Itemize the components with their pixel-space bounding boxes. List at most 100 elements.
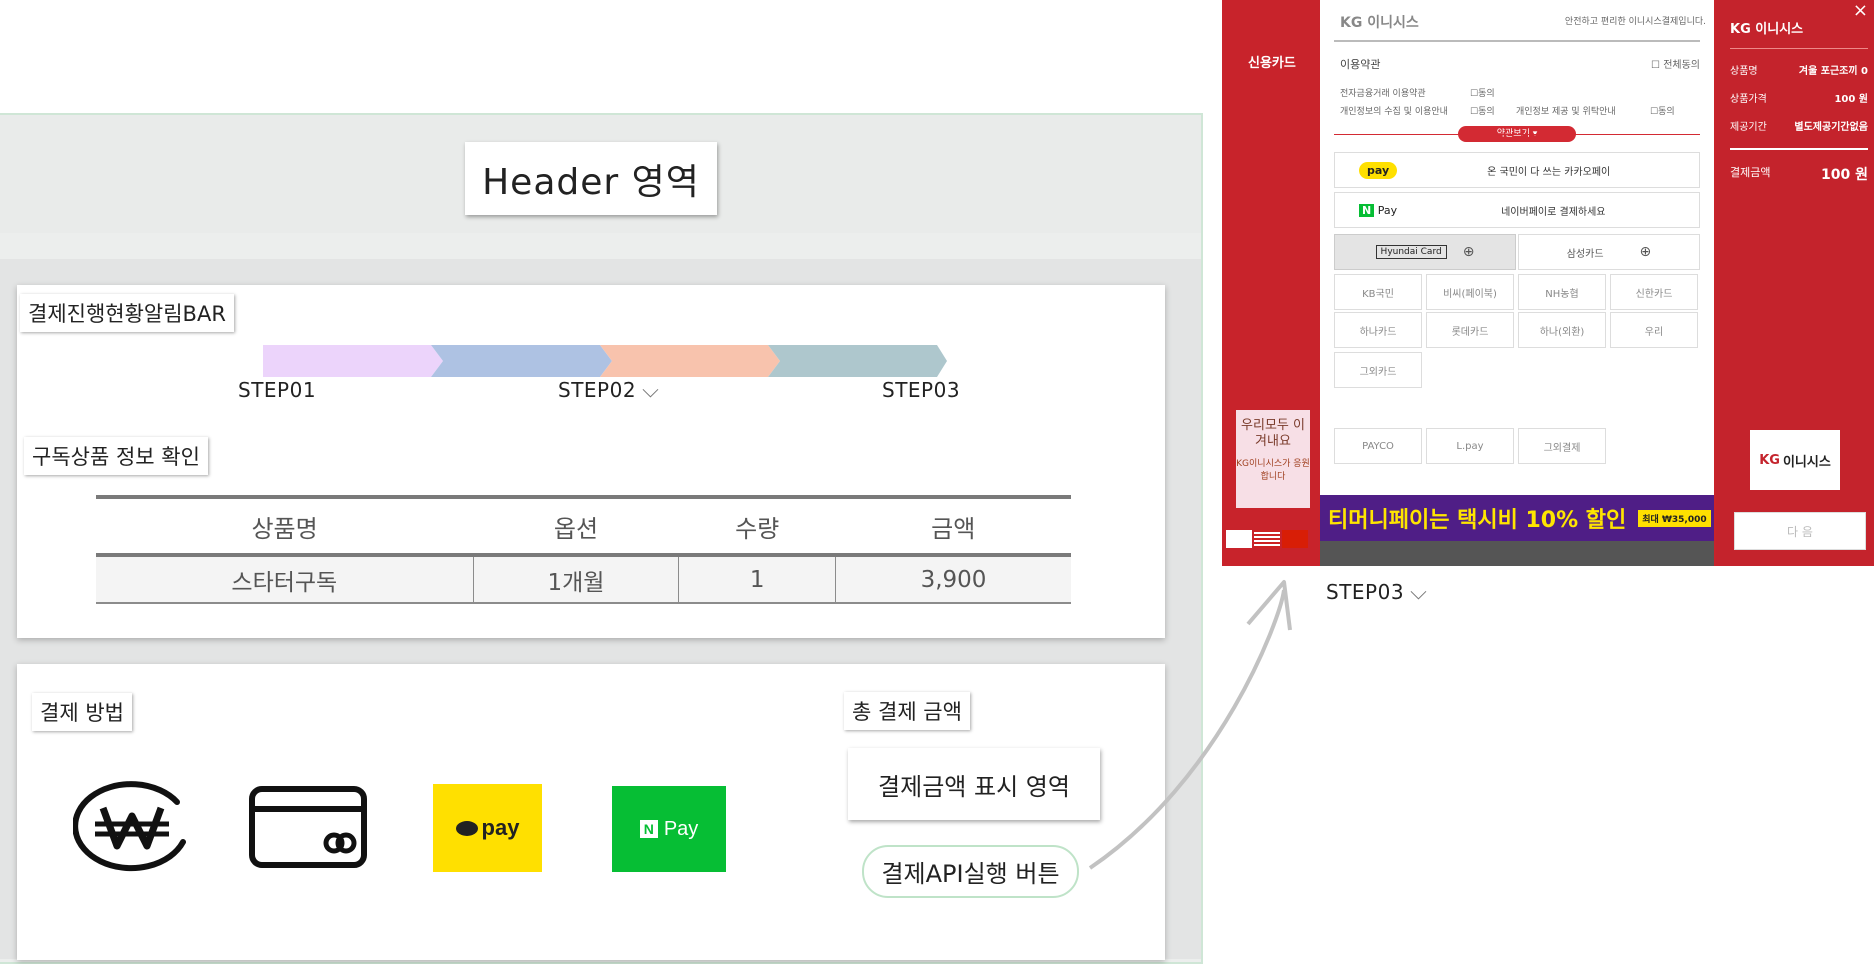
naverpay-badge: N Pay — [1359, 203, 1398, 217]
kakaopay-button[interactable]: pay — [433, 784, 542, 872]
card-option[interactable]: KB국민 — [1334, 274, 1422, 310]
column-header: 금액 — [835, 495, 1071, 557]
summary-total-value: 100 원 — [1821, 167, 1868, 183]
total-amount-label: 총 결제 금액 — [844, 692, 970, 730]
payment-method-label: 결제 방법 — [32, 693, 132, 731]
language-flags — [1226, 530, 1312, 550]
card-option[interactable]: 신한카드 — [1610, 274, 1698, 310]
column-header: 상품명 — [96, 495, 474, 557]
popup-brand: KG 이니시스 — [1340, 15, 1419, 31]
kakaopay-option[interactable]: pay 온 국민이 다 쓰는 카카오페이 — [1334, 152, 1700, 188]
product-table: 상품명 옵션 수량 금액 스타터구독 1개월 1 3,900 — [96, 495, 1071, 604]
card-option[interactable]: 하나(외환) — [1518, 312, 1606, 348]
plus-icon: ⊕ — [1462, 244, 1475, 260]
terms-divider — [1334, 134, 1700, 135]
canvas: Header 영역 결제진행현황알림BAR STEP01 STEP02 ⌵ STE… — [0, 0, 1874, 964]
banner-max: 최대 ₩35,000 — [1638, 509, 1711, 527]
speech-bubble-icon — [455, 820, 478, 836]
amount-display-area: 결제금액 표시 영역 — [848, 748, 1100, 820]
popup-tagline: 안전하고 편리한 이니시스결제입니다. — [1564, 17, 1706, 27]
naverpay-desc: 네이버페이로 결제하세요 — [1501, 206, 1606, 218]
payment-api-button[interactable]: 결제API실행 버튼 — [862, 845, 1079, 898]
popup-step-label: STEP03 ⌵ — [1326, 580, 1427, 605]
summary-value: 별도제공기간없음 — [1794, 122, 1868, 133]
extra-pay-option[interactable]: 그외결제 — [1518, 428, 1606, 464]
table-cell-option: 1개월 — [472, 555, 679, 604]
popup-ad-sub: KG이니시스가 응원합니다 — [1236, 459, 1310, 482]
flow-arrow-head — [1246, 580, 1292, 631]
inicis-logo-text: 이니시스 — [1782, 454, 1831, 470]
card-option[interactable]: 비씨(페이북) — [1426, 274, 1514, 310]
naver-n-icon: N — [639, 820, 658, 838]
term-1-agree[interactable]: ☐동의 — [1470, 86, 1495, 99]
summary-brand: KG 이니시스 — [1730, 22, 1804, 37]
hyundai-card-label: Hyundai Card — [1375, 245, 1447, 259]
naverpay-option[interactable]: N Pay 네이버페이로 결제하세요 — [1334, 192, 1700, 228]
us-flag-icon[interactable] — [1254, 530, 1280, 548]
popup-ad-title: 우리모두 이겨내요 — [1241, 418, 1305, 449]
korea-flag-icon[interactable] — [1226, 530, 1252, 548]
extra-pay-option[interactable]: L.pay — [1426, 428, 1514, 464]
credit-card-icon[interactable] — [248, 785, 368, 869]
popup-left-tab[interactable]: 신용카드 — [1248, 52, 1296, 71]
summary-value: 100 원 — [1834, 94, 1868, 105]
table-cell-quantity: 1 — [678, 555, 836, 604]
kg-logo-mark: KG — [1759, 452, 1780, 468]
card-option[interactable]: 우리 — [1610, 312, 1698, 348]
card-option[interactable]: NH농협 — [1518, 274, 1606, 310]
card-option[interactable]: 롯데카드 — [1426, 312, 1514, 348]
table-cell-product: 스타터구독 — [96, 555, 474, 604]
inicis-logo: KG 이니시스 — [1750, 430, 1840, 490]
popup-main: KG 이니시스 안전하고 편리한 이니시스결제입니다. 이용약관 ☐ 전체동의 … — [1320, 0, 1714, 566]
summary-divider — [1730, 148, 1868, 150]
next-button[interactable]: 다 음 — [1734, 512, 1866, 550]
term-3: 개인정보 제공 및 위탁안내 — [1516, 107, 1616, 117]
kakaopay-desc: 온 국민이 다 쓰는 카카오페이 — [1487, 166, 1611, 178]
card-option[interactable]: 그외카드 — [1334, 352, 1422, 388]
naverpay-button[interactable]: N Pay — [612, 786, 726, 872]
summary-divider — [1730, 48, 1868, 49]
summary-total-row: 결제금액 100 원 — [1730, 164, 1868, 184]
popup-footer — [1320, 541, 1714, 566]
header-label: Header 영역 — [465, 142, 717, 215]
summary-key: 상품가격 — [1730, 94, 1767, 105]
progress-bar — [263, 345, 947, 377]
progress-segment-4 — [768, 345, 947, 377]
header-band: Header 영역 — [0, 115, 1201, 233]
progress-bar-shapes — [263, 345, 947, 377]
summary-row: 상품가격 100 원 — [1730, 90, 1868, 105]
chevron-down-icon: ⌵ — [1410, 580, 1428, 605]
naverpay-badge-text: Pay — [1377, 203, 1398, 217]
summary-key: 상품명 — [1730, 66, 1758, 77]
column-header: 수량 — [678, 495, 836, 557]
china-flag-icon[interactable] — [1282, 530, 1308, 548]
summary-total-label: 결제금액 — [1730, 166, 1771, 179]
summary-row: 제공기간 별도제공기간없음 — [1730, 118, 1868, 133]
product-section-label: 구독상품 정보 확인 — [24, 437, 208, 475]
hyundai-card-button[interactable]: Hyundai Card ⊕ — [1334, 234, 1516, 270]
progress-segment-1 — [263, 345, 443, 377]
card-option[interactable]: 하나카드 — [1334, 312, 1422, 348]
naverpay-text: Pay — [663, 817, 699, 840]
step-label-2-text: STEP02 — [558, 378, 637, 402]
term-2-agree-label: 동의 — [1478, 107, 1495, 117]
agree-all-label: 전체동의 — [1663, 60, 1700, 71]
tmoney-banner[interactable]: 티머니페이는 택시비 10% 할인 최대 ₩35,000 — [1320, 495, 1714, 541]
extra-pay-option[interactable]: PAYCO — [1334, 428, 1422, 464]
progress-section-label: 결제진행현황알림BAR — [20, 294, 234, 332]
close-icon[interactable]: × — [1853, 0, 1868, 21]
kakaopay-badge: pay — [1359, 161, 1398, 179]
term-1: 전자금융거래 이용약관 — [1340, 89, 1426, 99]
progress-segment-2 — [431, 345, 612, 377]
won-icon[interactable] — [73, 780, 191, 872]
naver-n-icon: N — [1359, 203, 1375, 217]
terms-title: 이용약관 — [1340, 58, 1381, 71]
banner-text: 티머니페이는 택시비 10% 할인 — [1328, 508, 1627, 533]
term-2-agree[interactable]: ☐동의 — [1470, 104, 1495, 117]
agree-all-checkbox[interactable]: ☐ 전체동의 — [1651, 56, 1700, 71]
samsung-card-button[interactable]: 삼성카드 ⊕ — [1518, 234, 1700, 270]
popup-step-text: STEP03 — [1326, 580, 1405, 604]
term-3-agree[interactable]: ☐동의 — [1650, 104, 1675, 117]
popup-ad: 우리모두 이겨내요 KG이니시스가 응원합니다 — [1236, 410, 1310, 508]
samsung-card-label: 삼성카드 — [1566, 248, 1604, 260]
